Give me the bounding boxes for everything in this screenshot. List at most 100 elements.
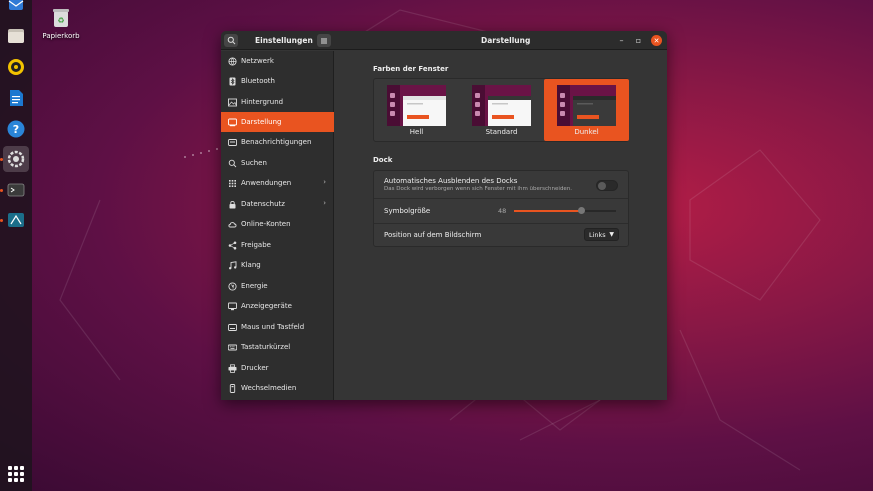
mouse-icon (227, 322, 237, 332)
dock-settings-list: Automatisches Ausblenden des Docks Das D… (373, 170, 629, 247)
sidebar-item-energie[interactable]: Energie (221, 276, 334, 296)
keyboard-icon (227, 342, 237, 352)
position-label: Position auf dem Bildschirm (384, 231, 482, 239)
background-icon (227, 97, 237, 107)
trash-icon: ♻ (53, 9, 69, 27)
chevron-right-icon: › (323, 199, 326, 207)
thunderbird-icon[interactable] (3, 0, 29, 18)
sidebar-item-klang[interactable]: Klang (221, 255, 334, 275)
sidebar-item-label: Hintergrund (241, 98, 284, 106)
network-icon (227, 56, 237, 66)
apps-icon (227, 178, 237, 188)
search-button[interactable] (224, 34, 238, 47)
icon-size-value: 48 (498, 207, 507, 215)
slider-handle[interactable] (577, 207, 585, 214)
menu-button[interactable] (317, 34, 331, 47)
sidebar-item-label: Benachrichtigungen (241, 138, 312, 146)
sidebar-item-drucker[interactable]: Drucker (221, 358, 334, 378)
sidebar-item-tastaturkuerzel[interactable]: Tastaturkürzel (221, 337, 334, 357)
slider-fill (514, 210, 582, 212)
svg-text:?: ? (13, 123, 19, 136)
theme-label: Dunkel (574, 128, 599, 136)
theme-preview-dark (557, 85, 616, 126)
search-icon (227, 158, 237, 168)
running-indicator (0, 189, 3, 192)
autohide-subtitle: Das Dock wird verborgen wenn sich Fenste… (384, 186, 573, 192)
cloud-icon (227, 219, 237, 229)
sidebar-item-datenschutz[interactable]: Datenschutz › (221, 194, 334, 214)
icon-size-label: Symbolgröße (384, 207, 431, 215)
trash-desktop-icon[interactable]: ♻ Papierkorb (40, 8, 82, 40)
window-colors-heading: Farben der Fenster (373, 65, 449, 73)
libreoffice-writer-icon[interactable] (3, 85, 29, 111)
icon-size-slider[interactable] (514, 207, 616, 214)
window-title: Darstellung (481, 36, 531, 45)
theme-selector: Hell Standard Dunkel (373, 78, 629, 142)
sidebar-item-label: Darstellung (241, 118, 282, 126)
rhythmbox-icon[interactable] (3, 54, 29, 80)
autohide-row: Automatisches Ausblenden des Docks Das D… (374, 171, 628, 198)
sidebar-item-anzeigegeraete[interactable]: Anzeigegeräte (221, 296, 334, 316)
power-icon (227, 281, 237, 291)
sidebar-item-label: Datenschutz (241, 200, 285, 208)
dock: ? (0, 0, 32, 491)
hamburger-icon (321, 38, 327, 43)
theme-option-dunkel[interactable]: Dunkel (544, 79, 629, 141)
show-applications-icon[interactable] (8, 466, 24, 482)
sidebar-item-netzwerk[interactable]: Netzwerk (221, 51, 334, 71)
sidebar-item-benachrichtigungen[interactable]: Benachrichtigungen (221, 132, 334, 152)
settings-window: Einstellungen Darstellung – ▫ ✕ Netzwerk… (221, 31, 667, 400)
sidebar-item-wechselmedien[interactable]: Wechselmedien (221, 378, 334, 398)
sidebar-item-label: Bluetooth (241, 77, 275, 85)
autohide-toggle[interactable] (596, 180, 618, 191)
theme-label: Hell (409, 128, 424, 136)
sidebar-item-online-konten[interactable]: Online-Konten (221, 214, 334, 234)
privacy-icon (227, 199, 237, 209)
theme-preview-light (387, 85, 446, 126)
theme-option-standard[interactable]: Standard (459, 79, 544, 141)
bluetooth-icon (227, 76, 237, 86)
share-icon (227, 240, 237, 250)
appearance-icon (227, 117, 237, 127)
sidebar-item-suchen[interactable]: Suchen (221, 153, 334, 173)
display-icon (227, 301, 237, 311)
sidebar-item-hintergrund[interactable]: Hintergrund (221, 92, 334, 112)
settings-icon[interactable] (3, 146, 29, 172)
svg-text:♻: ♻ (57, 16, 64, 25)
sidebar-item-bluetooth[interactable]: Bluetooth (221, 71, 334, 91)
maximize-button[interactable]: ▫ (633, 35, 644, 46)
sidebar-item-darstellung[interactable]: Darstellung (221, 112, 334, 132)
sidebar-item-label: Anwendungen (241, 179, 292, 187)
minimize-button[interactable]: – (616, 35, 627, 46)
files-icon[interactable] (3, 23, 29, 49)
position-dropdown[interactable]: Links ▼ (584, 228, 619, 241)
network-app-icon[interactable] (3, 207, 29, 233)
sidebar-item-label: Drucker (241, 364, 269, 372)
help-icon[interactable]: ? (3, 116, 29, 142)
sidebar-item-freigabe[interactable]: Freigabe (221, 235, 334, 255)
running-indicator (0, 158, 3, 161)
terminal-icon[interactable] (3, 177, 29, 203)
music-icon (227, 260, 237, 270)
notifications-icon (227, 137, 237, 147)
sidebar-item-label: Online-Konten (241, 220, 291, 228)
sidebar-item-anwendungen[interactable]: Anwendungen › (221, 173, 334, 193)
theme-preview-standard (472, 85, 531, 126)
chevron-down-icon: ▼ (609, 231, 614, 238)
sidebar: Netzwerk Bluetooth Hintergrund Darstellu… (221, 51, 334, 400)
autohide-title: Automatisches Ausblenden des Docks (384, 177, 518, 185)
close-button[interactable]: ✕ (651, 35, 662, 46)
sidebar-item-label: Suchen (241, 159, 267, 167)
trash-label: Papierkorb (42, 32, 80, 40)
appearance-panel: Farben der Fenster Hell Standard Dunkel … (335, 51, 667, 400)
theme-option-hell[interactable]: Hell (374, 79, 459, 141)
sidebar-item-maus-und-tastfeld[interactable]: Maus und Tastfeld (221, 317, 334, 337)
printer-icon (227, 363, 237, 373)
position-value: Links (589, 230, 606, 239)
sidebar-item-label: Tastaturkürzel (241, 343, 291, 351)
sidebar-item-label: Energie (241, 282, 268, 290)
sidebar-item-label: Klang (241, 261, 261, 269)
titlebar: Einstellungen Darstellung – ▫ ✕ (221, 31, 667, 50)
chevron-right-icon: › (323, 178, 326, 186)
sidebar-item-label: Maus und Tastfeld (241, 323, 305, 331)
